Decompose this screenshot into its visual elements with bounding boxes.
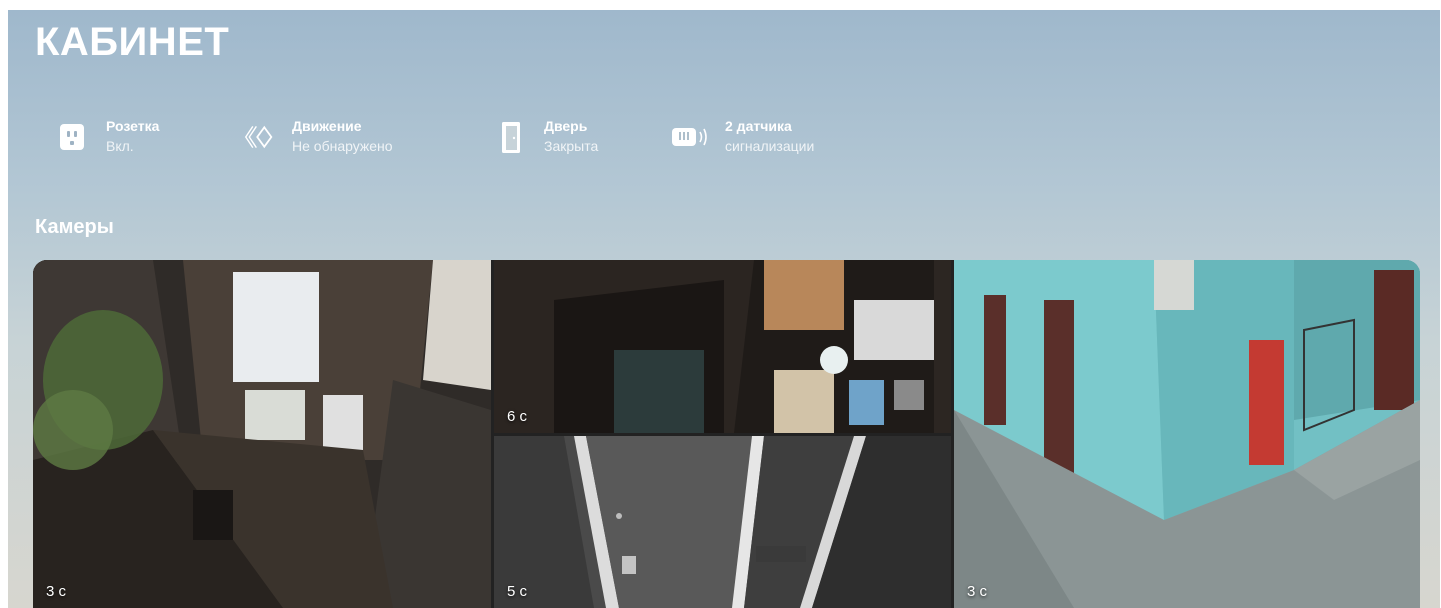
camera-tile-stairwell[interactable]: 3 с xyxy=(954,260,1420,608)
sensor-motion[interactable]: Движение Не обнаружено xyxy=(244,116,444,160)
camera-preview xyxy=(33,260,491,608)
camera-delay-label: 3 с xyxy=(46,583,67,600)
sensor-name: Розетка xyxy=(106,118,160,134)
camera-delay-label: 6 с xyxy=(507,408,528,425)
sensor-alarm[interactable]: 2 датчика сигнализации xyxy=(670,116,870,160)
camera-preview xyxy=(494,436,951,608)
camera-tile-kitchen[interactable]: 3 с xyxy=(33,260,491,608)
camera-delay-label: 3 с xyxy=(967,583,988,600)
camera-preview xyxy=(494,260,951,433)
camera-grid: 3 с 6 с 5 с 3 с xyxy=(33,260,1420,608)
camera-delay-label: 5 с xyxy=(507,583,528,600)
sensor-name: Движение xyxy=(292,118,362,134)
door-icon xyxy=(502,122,520,153)
room-title: КАБИНЕТ xyxy=(35,20,230,64)
sensor-name: 2 датчика xyxy=(725,118,792,134)
sensor-socket[interactable]: Розетка Вкл. xyxy=(58,116,198,160)
room-panel: КАБИНЕТ Розетка Вкл. Движение Не обнаруж… xyxy=(8,10,1440,608)
camera-preview xyxy=(954,260,1420,608)
sensor-status: Не обнаружено xyxy=(292,138,393,154)
sensor-status: Вкл. xyxy=(106,138,134,154)
cameras-section-title: Камеры xyxy=(35,216,114,238)
alarm-sensor-icon xyxy=(672,128,707,146)
camera-tile-entrance[interactable]: 6 с xyxy=(494,260,951,433)
sensor-door[interactable]: Дверь Закрыта xyxy=(496,116,626,160)
sensor-status: Закрыта xyxy=(544,138,599,154)
camera-tile-door[interactable]: 5 с xyxy=(494,436,951,608)
sensor-name: Дверь xyxy=(544,118,588,134)
socket-icon xyxy=(60,124,84,150)
sensor-status: сигнализации xyxy=(725,138,815,154)
motion-icon xyxy=(244,125,273,149)
